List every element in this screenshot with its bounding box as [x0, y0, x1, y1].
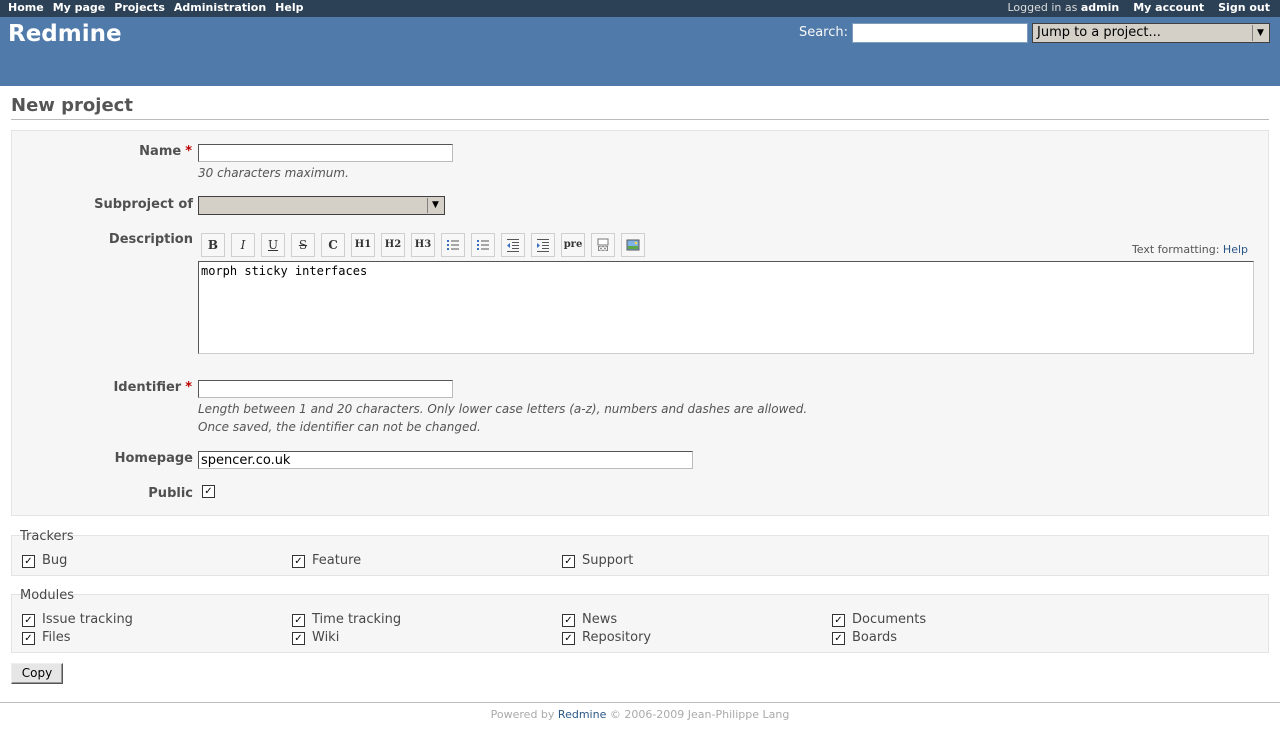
trackers-legend: Trackers [20, 529, 74, 544]
page-title: New project [11, 95, 133, 116]
preformatted-button[interactable]: pre [561, 233, 585, 257]
name-label: Name * [2, 144, 192, 159]
jump-to-project-select[interactable]: Jump to a project... ▼ [1032, 23, 1270, 43]
subproject-select[interactable]: ▼ [198, 196, 445, 215]
description-label: Description [108, 232, 193, 247]
top-menu-administration[interactable]: Administration [174, 1, 266, 14]
strikethrough-button[interactable]: S [291, 233, 315, 257]
top-menu: Home My page Projects Administration Help Lo… [0, 0, 1280, 17]
image-icon [626, 239, 640, 251]
text-formatting-help-link[interactable]: Help [1223, 243, 1248, 256]
footer-prefix: Powered by [490, 708, 555, 721]
top-menu-my-page[interactable]: My page [53, 1, 106, 14]
required-mark: * [185, 380, 192, 395]
module-repository-label: Repository [582, 630, 652, 645]
tracker-support-checkbox[interactable]: ✓ [562, 555, 575, 568]
footer-copyright: © 2006-2009 Jean-Philippe Lang [609, 708, 790, 721]
identifier-hint-1: Length between 1 and 20 characters. Only… [198, 402, 808, 416]
module-wiki-label: Wiki [312, 630, 340, 645]
module-issue-tracking-checkbox[interactable]: ✓ [22, 614, 35, 627]
top-menu-home[interactable]: Home [8, 1, 44, 14]
heading2-button[interactable]: H2 [381, 233, 405, 257]
public-checkbox[interactable]: ✓ [202, 485, 215, 498]
module-boards-label: Boards [852, 630, 897, 645]
tracker-bug-label: Bug [42, 553, 68, 568]
module-files-checkbox[interactable]: ✓ [22, 632, 35, 645]
module-repository-checkbox[interactable]: ✓ [562, 632, 575, 645]
tracker-feature-checkbox[interactable]: ✓ [292, 555, 305, 568]
public-label: Public [148, 486, 193, 501]
name-label-text: Name [139, 144, 182, 159]
search-input[interactable] [852, 23, 1028, 43]
top-menu-help[interactable]: Help [275, 1, 303, 14]
subproject-label: Subproject of [94, 197, 193, 212]
link-icon [597, 238, 609, 251]
logged-in-as: Logged in as admin [1007, 1, 1119, 14]
trackers-fieldset [11, 535, 1269, 576]
module-documents-label: Documents [852, 612, 927, 627]
underline-button[interactable]: U [261, 233, 285, 257]
indent-button[interactable] [531, 233, 555, 257]
italic-button[interactable]: I [231, 233, 255, 257]
homepage-label: Homepage [114, 451, 193, 466]
bold-button[interactable]: B [201, 233, 225, 257]
name-hint: 30 characters maximum. [198, 166, 349, 180]
module-documents-checkbox[interactable]: ✓ [832, 614, 845, 627]
name-input[interactable] [198, 144, 453, 162]
heading1-button[interactable]: H1 [351, 233, 375, 257]
jump-to-project-label: Jump to a project... [1037, 25, 1161, 40]
module-time-tracking-checkbox[interactable]: ✓ [292, 614, 305, 627]
indent-icon [537, 239, 549, 252]
homepage-input[interactable]: spencer.co.uk [198, 451, 693, 469]
header: Redmine Search: Jump to a project... ▼ [0, 17, 1280, 86]
tracker-support-label: Support [582, 553, 634, 568]
title-divider [11, 119, 1269, 120]
module-issue-tracking-label: Issue tracking [42, 612, 133, 627]
ordered-list-icon [477, 240, 489, 250]
sign-out-link[interactable]: Sign out [1218, 1, 1270, 14]
footer-redmine-link[interactable]: Redmine [558, 708, 606, 721]
logged-in-prefix: Logged in as [1007, 1, 1078, 14]
footer-divider [0, 702, 1280, 703]
wiki-link-button[interactable] [591, 233, 615, 257]
module-news-label: News [582, 612, 618, 627]
description-textarea[interactable]: morph sticky interfaces [198, 261, 1254, 354]
identifier-input[interactable] [198, 380, 453, 398]
logged-in-user[interactable]: admin [1081, 1, 1119, 14]
heading3-button[interactable]: H3 [411, 233, 435, 257]
text-formatting-label: Text formatting: [1131, 243, 1220, 256]
image-button[interactable] [621, 233, 645, 257]
module-boards-checkbox[interactable]: ✓ [832, 632, 845, 645]
footer: Powered by Redmine © 2006-2009 Jean-Phil… [0, 708, 1280, 721]
copy-button[interactable]: Copy [11, 663, 63, 684]
unordered-list-button[interactable] [441, 233, 465, 257]
identifier-label: Identifier * [2, 380, 192, 395]
chevron-down-icon[interactable]: ▼ [1252, 25, 1268, 41]
module-news-checkbox[interactable]: ✓ [562, 614, 575, 627]
module-wiki-checkbox[interactable]: ✓ [292, 632, 305, 645]
outdent-icon [507, 239, 519, 252]
identifier-hint-2: Once saved, the identifier can not be ch… [198, 420, 481, 434]
module-files-label: Files [42, 630, 71, 645]
module-time-tracking-label: Time tracking [312, 612, 402, 627]
chevron-down-icon[interactable]: ▼ [427, 198, 443, 213]
top-menu-left: Home My page Projects Administration Help [8, 1, 312, 14]
modules-legend: Modules [20, 588, 75, 603]
outdent-button[interactable] [501, 233, 525, 257]
unordered-list-icon [447, 240, 459, 250]
app-title: Redmine [8, 21, 122, 47]
identifier-label-text: Identifier [113, 380, 182, 395]
tracker-feature-label: Feature [312, 553, 362, 568]
top-menu-projects[interactable]: Projects [114, 1, 165, 14]
tracker-bug-checkbox[interactable]: ✓ [22, 555, 35, 568]
search-label: Search: [798, 25, 848, 40]
ordered-list-button[interactable] [471, 233, 495, 257]
required-mark: * [185, 144, 192, 159]
code-button[interactable]: C [321, 233, 345, 257]
text-formatting-help: Text formatting: Help [1132, 243, 1248, 256]
top-menu-right: Logged in as admin My account Sign out [1007, 1, 1270, 14]
my-account-link[interactable]: My account [1133, 1, 1204, 14]
